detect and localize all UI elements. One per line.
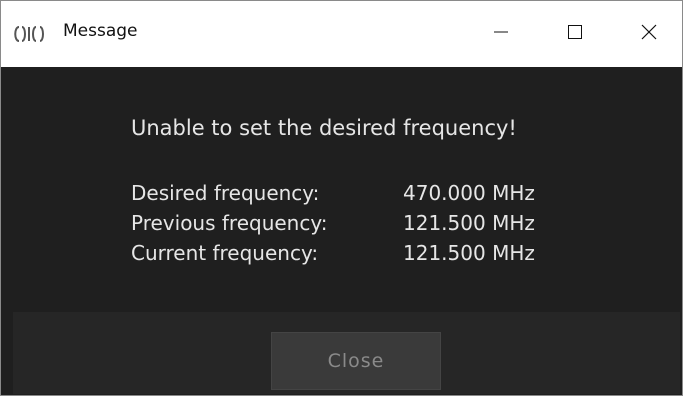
minimize-button[interactable] (467, 1, 535, 67)
maximize-icon (567, 24, 583, 44)
window-title: Message (63, 21, 138, 41)
close-icon (641, 24, 657, 44)
info-row-previous: Previous frequency: 121.500 MHz (131, 208, 535, 238)
info-label: Current frequency: (131, 241, 319, 265)
info-row-desired: Desired frequency: 470.000 MHz (131, 178, 535, 208)
message-body: Unable to set the desired frequency! Des… (13, 68, 680, 394)
info-row-current: Current frequency: 121.500 MHz (131, 238, 535, 268)
info-label: Previous frequency: (131, 211, 328, 235)
message-headline: Unable to set the desired frequency! (131, 116, 517, 140)
dialog-footer: Close (13, 312, 680, 394)
info-value: 121.500 MHz (403, 211, 535, 235)
close-window-button[interactable] (615, 1, 682, 67)
maximize-button[interactable] (541, 1, 609, 67)
minimize-icon (493, 24, 509, 44)
close-button[interactable]: Close (271, 332, 441, 390)
info-label: Desired frequency: (131, 181, 320, 205)
info-value: 470.000 MHz (403, 181, 535, 205)
app-logo-icon (13, 25, 57, 42)
frequency-info: Desired frequency: 470.000 MHz Previous … (131, 178, 535, 268)
title-bar[interactable]: Message (1, 1, 682, 67)
message-dialog: Message Unable to set the desired freque… (0, 0, 683, 396)
info-value: 121.500 MHz (403, 241, 535, 265)
